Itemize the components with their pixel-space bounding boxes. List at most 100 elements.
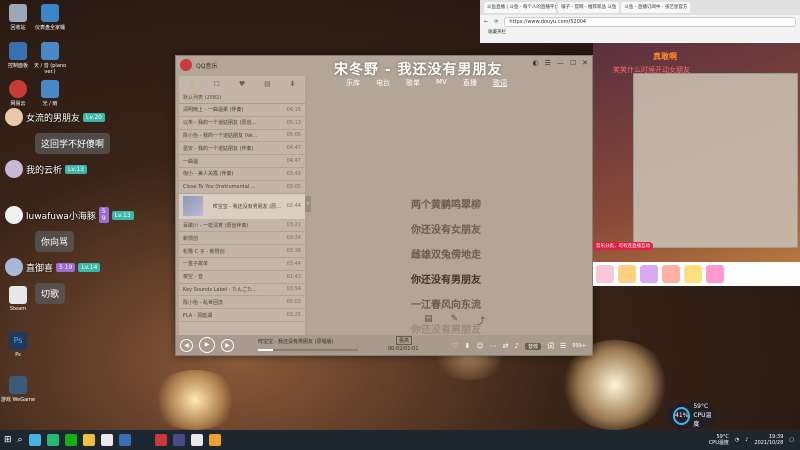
song-row[interactable]: 新惯创 03:34 [179, 232, 305, 246]
refresh-icon[interactable]: ⟳ [494, 19, 498, 25]
comment-icon[interactable]: ☺ [476, 342, 483, 350]
nav-library[interactable]: 乐库 [346, 78, 360, 88]
song-row[interactable]: Key Sounds Label - たんごた... 03:54 [179, 284, 305, 297]
gift-icon[interactable] [618, 265, 636, 283]
maximize-icon[interactable]: ☐ [570, 59, 576, 67]
song-row[interactable]: 百歌川 - 一枕清宵 (原创伴奏) 03:21 [179, 220, 305, 233]
progress-bar[interactable] [258, 349, 358, 351]
computer-icon[interactable]: ☐ [214, 80, 220, 88]
minimize-icon[interactable]: — [557, 59, 564, 67]
avatar [5, 108, 23, 126]
song-row[interactable]: 陈小怡 - 我的一个道姑朋友 (Ve... 05:05 [179, 130, 305, 143]
play-button[interactable]: ▶ [199, 337, 215, 353]
song-row[interactable]: 墨安 - 我的一个道姑朋友 (伴奏) 04:47 [179, 142, 305, 156]
song-row[interactable]: 夜空 - 音 01:43 [179, 271, 305, 284]
song-row[interactable]: 一首子故单 03:44 [179, 258, 305, 271]
folder-icon[interactable] [82, 434, 95, 446]
song-title: 百歌川 - 一枕清宵 (原创伴奏) [183, 222, 249, 229]
song-row[interactable]: 一曲温 04:47 [179, 155, 305, 168]
music-note-icon[interactable]: ♫ [188, 80, 194, 88]
netease-music-icon[interactable] [154, 434, 167, 446]
steam-icon[interactable] [136, 434, 149, 446]
task-view-icon[interactable] [28, 434, 41, 446]
browser-tab[interactable]: 斗鱼直播 | 斗鱼 - 每个人的直播平台 [484, 2, 556, 13]
windows-start-icon[interactable]: ⊞ [4, 435, 12, 445]
gift-icon[interactable] [640, 265, 658, 283]
app-icon[interactable] [172, 434, 185, 446]
song-row[interactable]: 松豫 C 子 - 新惯创 03:36 [179, 245, 305, 258]
settings-icon[interactable]: ☰ [545, 59, 551, 67]
search-icon[interactable]: ⌕ [18, 435, 23, 445]
browser-icon[interactable] [46, 434, 59, 446]
heart-icon[interactable]: ♥ [239, 80, 245, 88]
list-icon[interactable]: ▤ [264, 80, 271, 88]
desktop-icon-control-panel[interactable]: 控制面板 [0, 42, 36, 69]
nav-playlist[interactable]: 歌单 [406, 78, 420, 88]
gift-icon[interactable] [684, 265, 702, 283]
app-icon[interactable] [208, 434, 221, 446]
song-row[interactable]: 陈小怡 - 乱世回流 05:03 [179, 296, 305, 310]
desktop-icon-wegame[interactable]: 游戏 WeGame [0, 376, 36, 403]
desktop-icon-file[interactable]: 光 / 雨 [32, 80, 68, 107]
volume-icon[interactable]: ♪ [745, 437, 748, 443]
sound-effect-button[interactable]: 音效 [524, 342, 541, 350]
app-icon[interactable] [118, 434, 131, 446]
address-bar[interactable]: https://www.douyu.com/52004 [504, 17, 796, 27]
song-row[interactable]: 以朱 - 我的一个道姑朋友 (原创... 05:13 [179, 117, 305, 130]
gift-icon[interactable] [662, 265, 680, 283]
app-icon[interactable] [100, 434, 113, 446]
lyric-window-icon[interactable]: ▤ [424, 314, 433, 327]
song-row[interactable]: Close To You (Instrumental ... 03:05 [179, 181, 305, 194]
desktop-icon-photoshop[interactable]: Ps Ps [0, 332, 36, 358]
lyrics-toggle-icon[interactable]: 词 [547, 341, 554, 351]
song-row[interactable]: FLA - 洞庭湖 03:25 [179, 309, 305, 322]
desktop-icon-recycle-bin[interactable]: 回收站 [0, 4, 36, 31]
nav-mv[interactable]: MV [436, 78, 447, 88]
mini-player-preview [633, 73, 798, 248]
close-icon[interactable]: ✕ [582, 59, 588, 67]
stream-title: 真敢啊 [653, 52, 677, 61]
song-list: 清明雨上 - 一曲温柔 (伴奏) 04:16 以朱 - 我的一个道姑朋友 (原创..… [179, 104, 305, 322]
network-icon[interactable]: ◔ [735, 437, 739, 443]
playlist-icon[interactable]: ☰ [560, 342, 566, 350]
song-row[interactable]: 倪小 - 美人关霞 (伴奏) 03:49 [179, 168, 305, 181]
quality-selector[interactable]: 极高 [396, 336, 413, 345]
level-badge: Lv.14 [78, 262, 101, 272]
clock[interactable]: 19:39 2021/10/28 [754, 434, 783, 446]
notification-icon[interactable]: ▢ [789, 437, 794, 443]
more-icon[interactable]: ⋯ [490, 342, 497, 350]
download-icon[interactable]: ⬇ [464, 342, 470, 350]
promo-banner[interactable]: 音乐分类，可有连直播互动 [593, 242, 653, 250]
app-icon[interactable] [190, 434, 203, 446]
song-duration: 04:47 [286, 145, 301, 152]
previous-button[interactable]: ◀ [180, 338, 193, 352]
play-count: 999+ [572, 343, 586, 349]
song-row[interactable]: 清明雨上 - 一曲温柔 (伴奏) 04:16 [179, 104, 305, 117]
download-icon[interactable]: ⬇ [290, 80, 296, 88]
volume-icon[interactable]: ♪ [515, 342, 519, 350]
gift-icon[interactable] [706, 265, 724, 283]
gift-icon[interactable] [596, 265, 614, 283]
share-icon[interactable]: ⤴ [476, 314, 485, 327]
playlist-header[interactable]: 默认列表 (2582) [179, 92, 305, 104]
address-bar-row: ← ⟳ https://www.douyu.com/52004 [480, 15, 800, 29]
collapse-panel-button[interactable]: ‹ [305, 196, 311, 212]
desktop-icon-netease[interactable]: 网易云 [0, 80, 36, 107]
loop-icon[interactable]: ⇄ [503, 342, 509, 350]
skin-icon[interactable]: ◐ [532, 59, 538, 67]
desktop-icon-file[interactable]: 天 / 音 (piano ver.) [32, 42, 68, 75]
back-icon[interactable]: ← [484, 19, 488, 25]
song-row-current[interactable]: 咩宝宝 - 我还没有男朋友 (原... 02:44 [179, 193, 305, 220]
nav-live[interactable]: 直播 [463, 78, 477, 88]
browser-tab[interactable]: 铺子 - 官网 - 推荐新品 斗鱼 [558, 2, 620, 13]
next-button[interactable]: ▶ [221, 338, 234, 352]
heart-icon[interactable]: ♡ [452, 342, 458, 350]
browser-tab[interactable]: 斗鱼 - 直播订阅中 - 张艺星官方 [621, 2, 691, 13]
desktop-icon-app[interactable]: 仪表盘全家桶 [32, 4, 68, 31]
wechat-icon[interactable] [64, 434, 77, 446]
browser-tabs: 斗鱼直播 | 斗鱼 - 每个人的直播平台 铺子 - 官网 - 推荐新品 斗鱼 斗… [480, 0, 800, 15]
bookmarks-bar[interactable]: 收藏夹栏 [480, 29, 800, 39]
edit-icon[interactable]: ✎ [451, 314, 459, 327]
nav-radio[interactable]: 电台 [376, 78, 390, 88]
nav-lyrics[interactable]: 歌词 [493, 78, 507, 88]
